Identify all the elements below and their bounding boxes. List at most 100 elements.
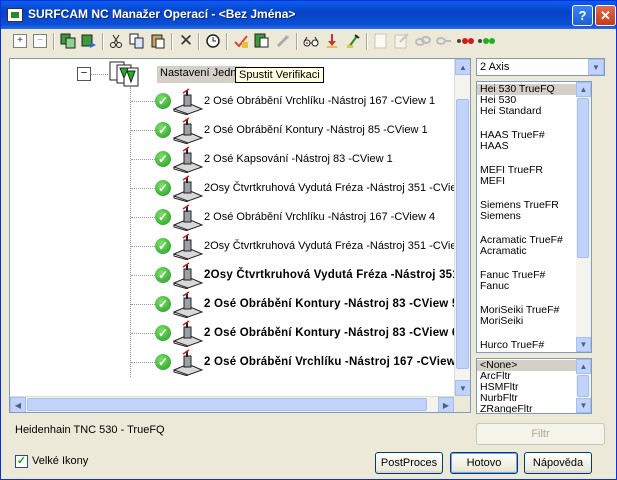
post-list-item[interactable]: MEFI: [477, 176, 577, 187]
check-icon: ✓: [155, 180, 171, 196]
operation-label: 2 Osé Obrábění Kontury -Nástroj 83 -CVie…: [204, 298, 459, 310]
operation-row[interactable]: ✓ 2Osy Čtvrtkruhová Vydutá Fréza -Nástroj…: [10, 232, 470, 261]
hscroll-thumb[interactable]: [27, 398, 427, 411]
cut-icon[interactable]: [106, 31, 126, 51]
post-list-item[interactable]: Hei Standard: [477, 106, 577, 117]
selected-post-status: Heidenhain TNC 530 - TrueFQ: [15, 424, 165, 436]
operation-row[interactable]: ✓ 2Osy Čtvrtkruhová Vydutá Fréza -Nástroj…: [10, 261, 470, 290]
large-icons-checkmark[interactable]: ✓: [15, 455, 28, 468]
operation-icon: [172, 146, 204, 174]
operation-label: 2Osy Čtvrtkruhová Vydutá Fréza -Nástroj …: [204, 182, 471, 194]
napoveda-button[interactable]: Nápověda: [524, 452, 592, 474]
tool-icon[interactable]: [343, 31, 363, 51]
post-icon[interactable]: [273, 31, 293, 51]
post-list-item[interactable]: HAAS: [477, 141, 577, 152]
filter-list-scrollbar[interactable]: ▲ ▼: [576, 359, 591, 413]
post-list-scrollbar[interactable]: ▲ ▼: [576, 82, 591, 352]
link2-disabled-icon[interactable]: [434, 31, 454, 51]
edit-disabled-icon[interactable]: [392, 31, 412, 51]
operation-row[interactable]: ✓ 2 Osé Kapsování -Nástroj 83 -CView 1: [10, 145, 465, 174]
check-icon: ✓: [155, 267, 171, 283]
collapse-toggle[interactable]: −: [77, 67, 91, 81]
setup-node-label[interactable]: Nastavení Jedna: [157, 66, 246, 83]
app-icon: [7, 8, 23, 22]
operation-icon: [172, 291, 204, 319]
operation-row[interactable]: ✓ 2 Osé Obrábění Kontury -Nástroj 83 -CVi…: [10, 290, 465, 319]
operation-tree[interactable]: − Nastavení Jedna Spustit Verifikaci ✓ 2 …: [9, 58, 471, 413]
expand-icon[interactable]: +: [10, 31, 30, 51]
post-list-item[interactable]: MoriSeiki: [477, 316, 577, 327]
filter-scroll-up[interactable]: ▲: [576, 359, 591, 374]
scroll-thumb[interactable]: [456, 99, 469, 369]
operation-label: 2Osy Čtvrtkruhová Vydutá Fréza -Nástroj …: [204, 240, 471, 252]
filter-list-item[interactable]: ZRangeFltr: [477, 404, 577, 414]
help-title-button[interactable]: ?: [572, 5, 593, 26]
clock-icon[interactable]: [203, 31, 223, 51]
collapse-icon[interactable]: −: [30, 31, 50, 51]
delete-icon[interactable]: ✕: [176, 31, 196, 51]
toolbar: + − ✕: [1, 29, 616, 53]
filter-list[interactable]: <None> ArcFltr HSMFltr NurbFltr ZRangeFltr ▲…: [476, 358, 592, 414]
paste-operation-icon[interactable]: [79, 31, 99, 51]
scroll-up-arrow[interactable]: ▲: [455, 59, 470, 75]
operation-icon: [172, 88, 204, 116]
filtr-button[interactable]: Filtr: [476, 423, 605, 445]
operation-label: 2Osy Čtvrtkruhová Vydutá Fréza -Nástroj …: [204, 269, 471, 281]
tree-horizontal-scrollbar[interactable]: ◀ ▶: [10, 396, 454, 412]
operation-icon: [172, 320, 204, 348]
post-list-item[interactable]: Fanuc: [477, 281, 577, 292]
link-disabled-icon[interactable]: [413, 31, 433, 51]
postproces-button[interactable]: PostProces: [375, 452, 443, 474]
new-icon[interactable]: [371, 31, 391, 51]
large-icons-label: Velké Ikony: [32, 455, 89, 467]
operation-icon: [172, 204, 204, 232]
scroll-left-arrow[interactable]: ◀: [10, 397, 26, 412]
post-list-item[interactable]: Acramatic: [477, 246, 577, 257]
green-dots-icon[interactable]: [476, 31, 496, 51]
insert-icon[interactable]: [322, 31, 342, 51]
paste-icon[interactable]: [148, 31, 168, 51]
post-scroll-down[interactable]: ▼: [576, 337, 591, 352]
setup-icon: [109, 61, 139, 87]
operation-label: 2 Osé Obrábění Vrchlíku -Nástroj 167 -CV…: [204, 356, 466, 368]
red-dots-icon[interactable]: [455, 31, 475, 51]
check-icon: ✓: [155, 325, 171, 341]
nc-operations-manager-window: SURFCAM NC Manažer Operací - <Bez Jména>…: [0, 0, 617, 480]
operation-icon: [172, 233, 204, 261]
operation-icon: [172, 117, 204, 145]
hotovo-button[interactable]: Hotovo: [450, 452, 518, 474]
axis-select[interactable]: 2 Axis ▼: [476, 58, 605, 76]
operation-row[interactable]: ✓ 2 Osé Obrábění Vrchlíku -Nástroj 167 -C…: [10, 87, 465, 116]
operation-row[interactable]: ✓ 2 Osé Obrábění Vrchlíku -Nástroj 167 -C…: [10, 203, 465, 232]
copy-operation-icon[interactable]: [58, 31, 78, 51]
operation-label: 2 Osé Obrábění Vrchlíku -Nástroj 167 -CV…: [204, 211, 436, 223]
operation-label: 2 Osé Kapsování -Nástroj 83 -CView 1: [204, 153, 393, 165]
filter-scroll-down[interactable]: ▼: [576, 398, 591, 413]
operation-row[interactable]: ✓ 2 Osé Obrábění Vrchlíku -Nástroj 167 -C…: [10, 348, 466, 377]
operation-label: 2 Osé Obrábění Kontury -Nástroj 85 -CVie…: [204, 124, 428, 136]
chevron-down-icon[interactable]: ▼: [588, 59, 604, 75]
post-scroll-thumb[interactable]: [577, 98, 589, 258]
post-list-item[interactable]: Siemens: [477, 211, 577, 222]
filter-scroll-thumb[interactable]: [577, 375, 589, 397]
check-icon: ✓: [155, 354, 171, 370]
operation-row[interactable]: ✓ 2 Osé Obrábění Kontury -Nástroj 85 -CVi…: [10, 116, 465, 145]
copy-icon[interactable]: [127, 31, 147, 51]
operation-row[interactable]: ✓ 2Osy Čtvrtkruhová Vydutá Fréza -Nástroj…: [10, 174, 470, 203]
verify-icon[interactable]: [231, 31, 251, 51]
check-icon: ✓: [155, 93, 171, 109]
scroll-down-arrow[interactable]: ▼: [455, 380, 470, 396]
operation-label: 2 Osé Obrábění Vrchlíku -Nástroj 167 -CV…: [204, 95, 436, 107]
post-list-item[interactable]: Hurco TrueF#: [477, 340, 577, 351]
title-bar[interactable]: SURFCAM NC Manažer Operací - <Bez Jména>…: [1, 1, 616, 29]
tree-vertical-scrollbar[interactable]: ▲ ▼: [454, 59, 470, 396]
close-title-button[interactable]: ✕: [595, 5, 616, 26]
operation-row[interactable]: ✓ 2 Osé Obrábění Kontury -Nástroj 83 -CVi…: [10, 319, 465, 348]
operation-label: 2 Osé Obrábění Kontury -Nástroj 83 -CVie…: [204, 327, 459, 339]
glasses-icon[interactable]: [301, 31, 321, 51]
post-processor-list[interactable]: Hei 530 TrueFQ Hei 530 Hei Standard HAAS Tr…: [476, 81, 592, 353]
axis-select-value: 2 Axis: [480, 61, 510, 73]
post-scroll-up[interactable]: ▲: [576, 82, 591, 97]
edit-icon[interactable]: [252, 31, 272, 51]
scroll-right-arrow[interactable]: ▶: [438, 397, 454, 412]
